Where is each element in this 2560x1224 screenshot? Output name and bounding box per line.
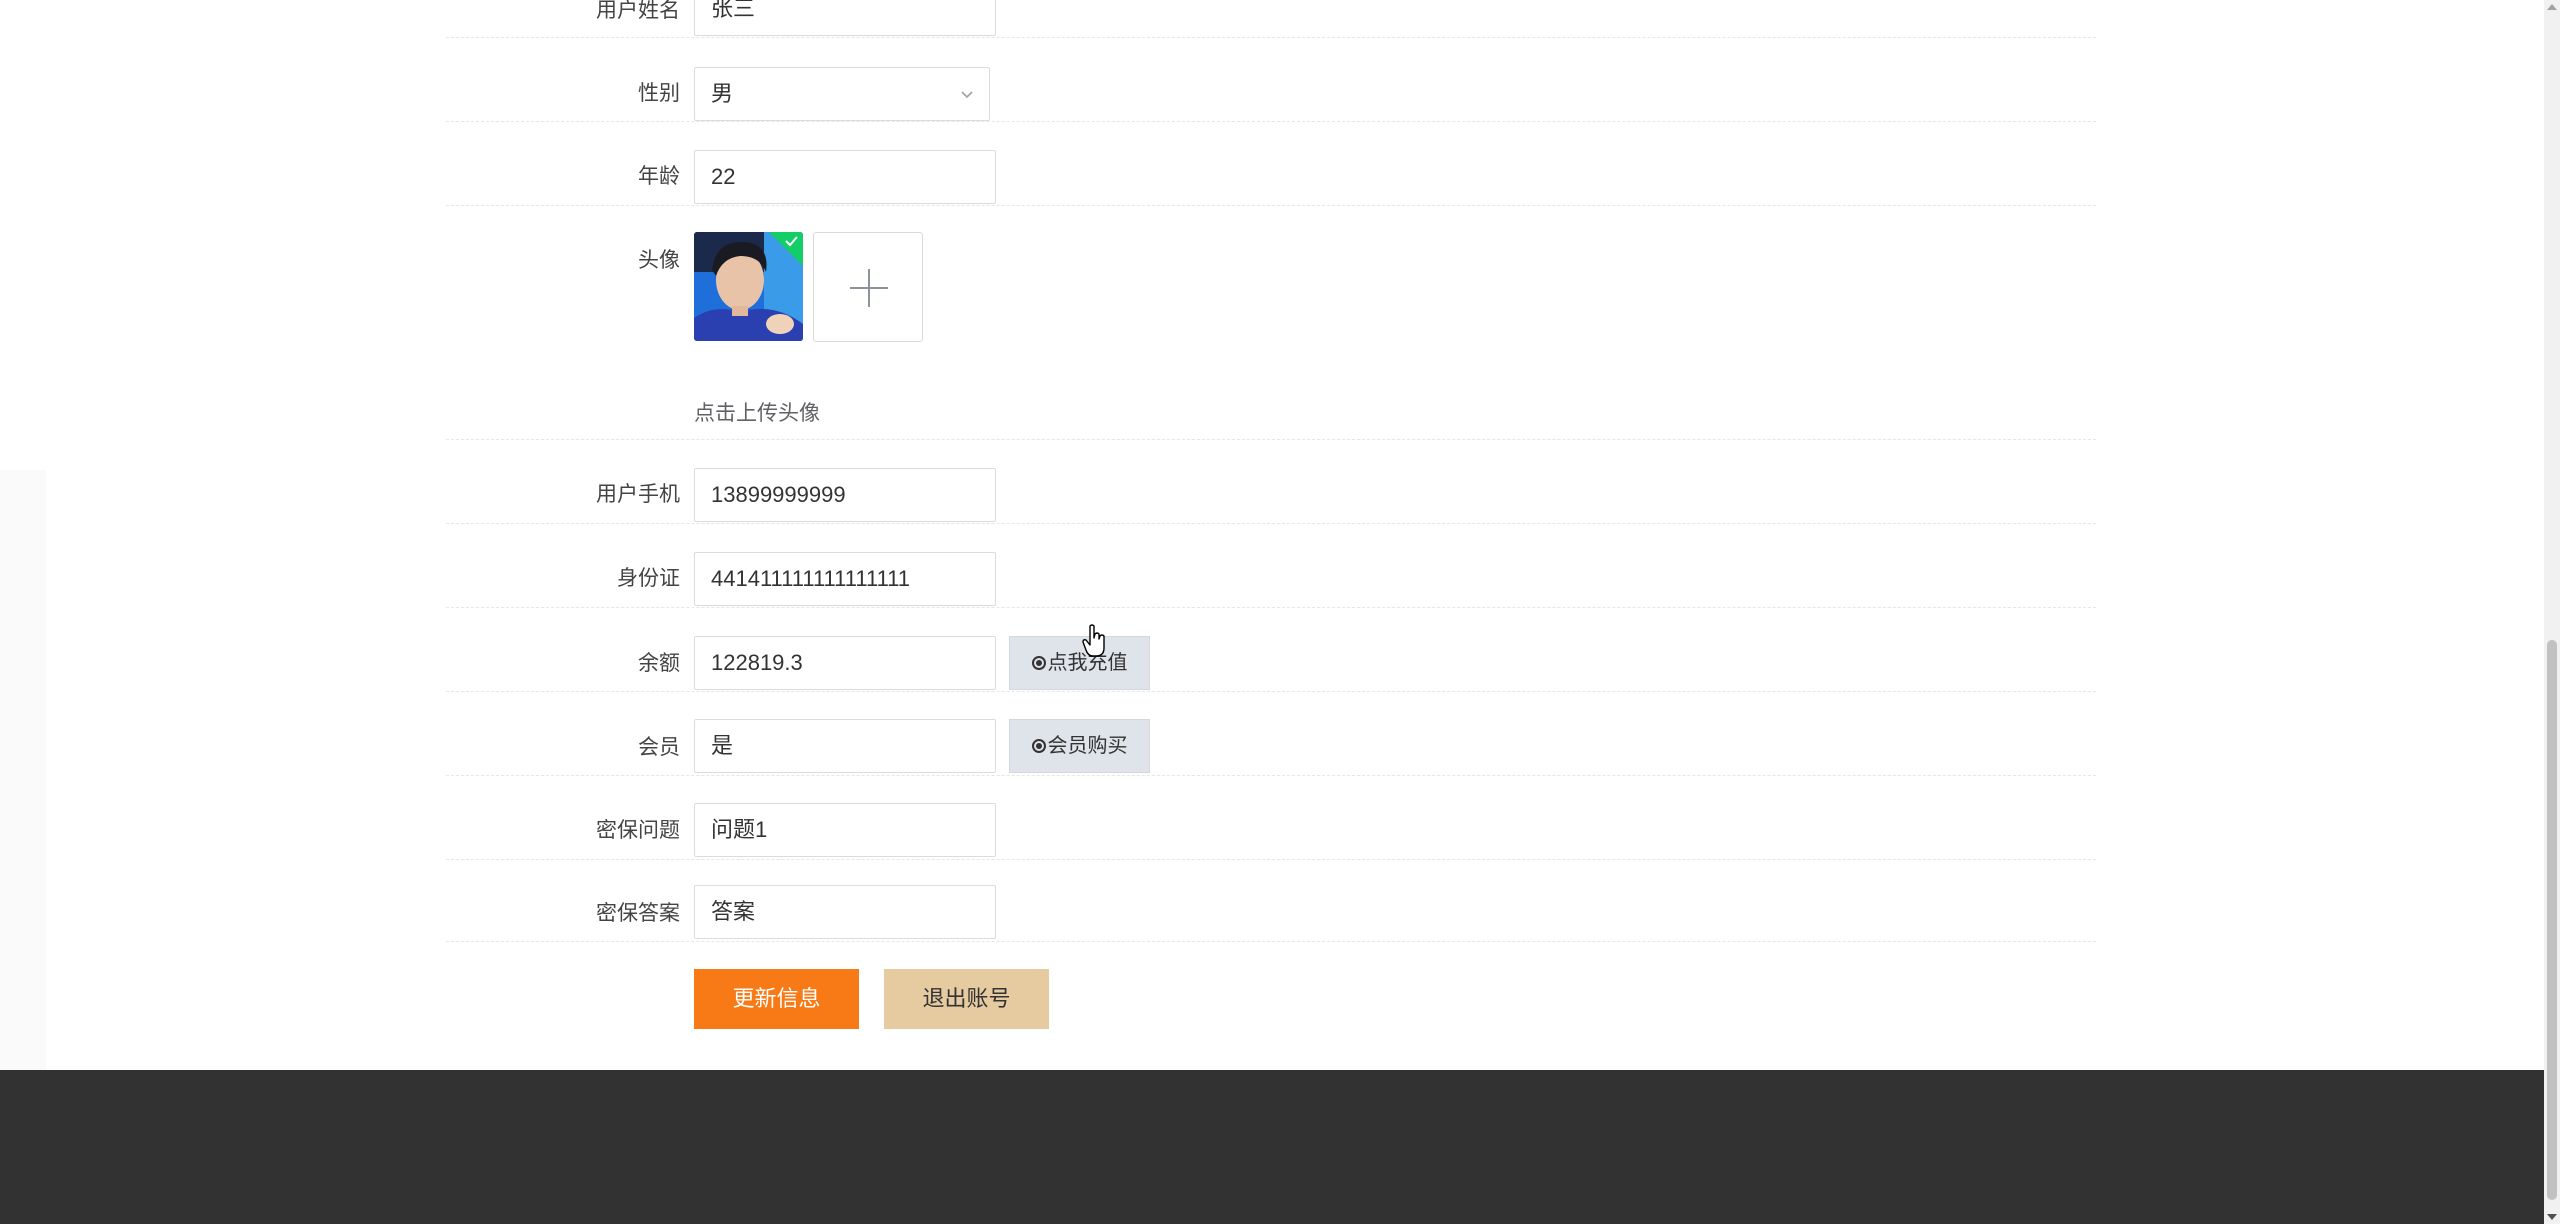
logout-button[interactable]: 退出账号 — [884, 969, 1049, 1029]
buy-membership-button-label: 会员购买 — [1047, 735, 1128, 757]
phone-label: 用户手机 — [596, 483, 680, 506]
page: 用户姓名 张三 性别 男 年龄 22 头像 点击上传头像 用户手机 138999… — [0, 0, 2560, 1224]
vertical-scrollbar[interactable] — [2544, 0, 2560, 1224]
gender-row: 性别 男 — [446, 37, 2096, 122]
side-panel-shade — [0, 470, 46, 1070]
phone-row: 用户手机 13899999999 — [446, 439, 2096, 524]
phone-input[interactable]: 13899999999 — [694, 468, 996, 522]
chevron-down-icon — [961, 91, 973, 99]
gender-select-value: 男 — [711, 81, 734, 106]
avatar-label: 头像 — [638, 249, 680, 272]
id-card-input[interactable]: 441411111111111111 — [694, 552, 996, 606]
avatar-image[interactable] — [694, 232, 803, 341]
age-label: 年龄 — [638, 165, 680, 188]
security-answer-row: 密保答案 答案 — [446, 859, 2096, 942]
name-input[interactable]: 张三 — [694, 0, 996, 36]
upload-success-badge-icon — [769, 232, 803, 266]
avatar-row: 头像 点击上传头像 — [446, 205, 2096, 440]
avatar-upload-hint[interactable]: 点击上传头像 — [694, 397, 820, 427]
balance-row: 余额 122819.3 点我充值 — [446, 607, 2096, 692]
radio-dot-icon — [1031, 656, 1046, 670]
scrollbar-thumb[interactable] — [2547, 640, 2557, 1200]
security-question-row: 密保问题 问题1 — [446, 775, 2096, 860]
update-info-button[interactable]: 更新信息 — [694, 969, 859, 1029]
buy-membership-button[interactable]: 会员购买 — [1009, 719, 1150, 773]
security-question-label: 密保问题 — [596, 819, 680, 842]
balance-input[interactable]: 122819.3 — [694, 636, 996, 690]
gender-select[interactable]: 男 — [694, 67, 990, 121]
gender-label: 性别 — [638, 82, 680, 105]
id-card-row: 身份证 441411111111111111 — [446, 523, 2096, 608]
id-card-label: 身份证 — [617, 567, 680, 590]
security-answer-label: 密保答案 — [596, 902, 680, 925]
avatar-upload-button[interactable] — [813, 232, 923, 342]
page-footer — [0, 1070, 2544, 1224]
name-row: 用户姓名 张三 — [446, 0, 2096, 38]
hand-cursor-icon — [1082, 624, 1105, 657]
name-label: 用户姓名 — [596, 0, 680, 22]
radio-dot-icon — [1031, 739, 1046, 753]
plus-icon — [850, 269, 888, 307]
member-input[interactable]: 是 — [694, 719, 996, 773]
age-input[interactable]: 22 — [694, 150, 996, 204]
member-label: 会员 — [638, 736, 680, 759]
member-row: 会员 是 会员购买 — [446, 691, 2096, 776]
scroll-down-arrow-icon[interactable] — [2547, 1214, 2557, 1220]
security-question-input[interactable]: 问题1 — [694, 803, 996, 857]
scroll-up-arrow-icon[interactable] — [2547, 4, 2557, 10]
security-answer-input[interactable]: 答案 — [694, 885, 996, 939]
balance-label: 余额 — [638, 652, 680, 675]
recharge-button[interactable]: 点我充值 — [1009, 636, 1150, 690]
age-row: 年龄 22 — [446, 121, 2096, 206]
